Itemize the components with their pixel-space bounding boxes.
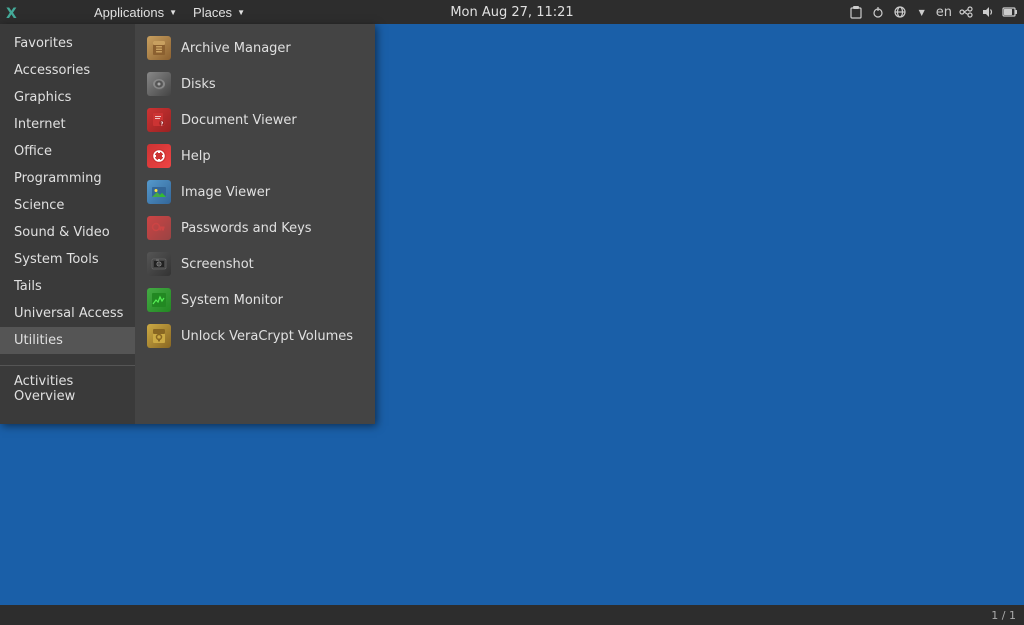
archive-manager-label: Archive Manager (181, 41, 291, 56)
help-icon (147, 144, 171, 168)
places-label: Places (193, 5, 232, 20)
app-help[interactable]: Help (135, 138, 375, 174)
category-favorites[interactable]: Favorites (0, 30, 135, 57)
applications-caret: ▼ (169, 8, 177, 17)
disks-label: Disks (181, 77, 216, 92)
places-menu-button[interactable]: Places ▼ (185, 0, 253, 24)
app-menu: Favorites Accessories Graphics Internet … (0, 24, 375, 424)
disks-icon (147, 72, 171, 96)
system-monitor-label: System Monitor (181, 293, 283, 308)
app-screenshot[interactable]: Screenshot (135, 246, 375, 282)
activities-overview-button[interactable]: Activities Overview (0, 365, 135, 418)
applications-label: Applications (94, 5, 164, 20)
connections-icon[interactable] (958, 4, 974, 20)
apps-panel: Archive Manager Disks ? (135, 24, 375, 424)
help-label: Help (181, 149, 211, 164)
network-caret[interactable]: ▼ (914, 4, 930, 20)
screenshot-label: Screenshot (181, 257, 254, 272)
category-internet[interactable]: Internet (0, 111, 135, 138)
topbar-left: X Applications ▼ Places ▼ (6, 0, 253, 24)
category-graphics[interactable]: Graphics (0, 84, 135, 111)
category-programming[interactable]: Programming (0, 165, 135, 192)
category-system-tools[interactable]: System Tools (0, 246, 135, 273)
applications-menu-button[interactable]: Applications ▼ (86, 0, 185, 24)
app-archive-manager[interactable]: Archive Manager (135, 30, 375, 66)
app-image-viewer[interactable]: Image Viewer (135, 174, 375, 210)
app-system-monitor[interactable]: System Monitor (135, 282, 375, 318)
category-science[interactable]: Science (0, 192, 135, 219)
topbar: X Applications ▼ Places ▼ Mon Aug 27, 11… (0, 0, 1024, 24)
category-utilities[interactable]: Utilities (0, 327, 135, 354)
language-indicator[interactable]: en (936, 5, 952, 20)
document-viewer-icon: ? (147, 108, 171, 132)
archive-manager-icon (147, 36, 171, 60)
volume-icon[interactable] (980, 4, 996, 20)
categories-panel: Favorites Accessories Graphics Internet … (0, 24, 135, 424)
passwords-keys-icon (147, 216, 171, 240)
category-accessories[interactable]: Accessories (0, 57, 135, 84)
veracrypt-label: Unlock VeraCrypt Volumes (181, 329, 353, 344)
svg-text:?: ? (161, 122, 164, 128)
network-icon[interactable] (892, 4, 908, 20)
category-sound-video[interactable]: Sound & Video (0, 219, 135, 246)
app-veracrypt[interactable]: Unlock VeraCrypt Volumes (135, 318, 375, 354)
bottombar: 1 / 1 (0, 605, 1024, 625)
places-caret: ▼ (237, 8, 245, 17)
document-viewer-label: Document Viewer (181, 113, 297, 128)
page-indicator: 1 / 1 (991, 609, 1016, 622)
battery-icon[interactable] (1002, 4, 1018, 20)
category-universal-access[interactable]: Universal Access (0, 300, 135, 327)
category-tails[interactable]: Tails (0, 273, 135, 300)
system-monitor-icon (147, 288, 171, 312)
screenshot-icon (147, 252, 171, 276)
svg-text:X: X (6, 6, 17, 22)
image-viewer-icon (147, 180, 171, 204)
topbar-right: ▼ en (848, 4, 1018, 20)
topbar-datetime: Mon Aug 27, 11:21 (450, 5, 573, 20)
veracrypt-icon (147, 324, 171, 348)
app-disks[interactable]: Disks (135, 66, 375, 102)
clipboard-icon[interactable] (848, 4, 864, 20)
category-office[interactable]: Office (0, 138, 135, 165)
app-document-viewer[interactable]: ? Document Viewer (135, 102, 375, 138)
image-viewer-label: Image Viewer (181, 185, 270, 200)
power-icon[interactable] (870, 4, 886, 20)
app-passwords-keys[interactable]: Passwords and Keys (135, 210, 375, 246)
passwords-keys-label: Passwords and Keys (181, 221, 312, 236)
